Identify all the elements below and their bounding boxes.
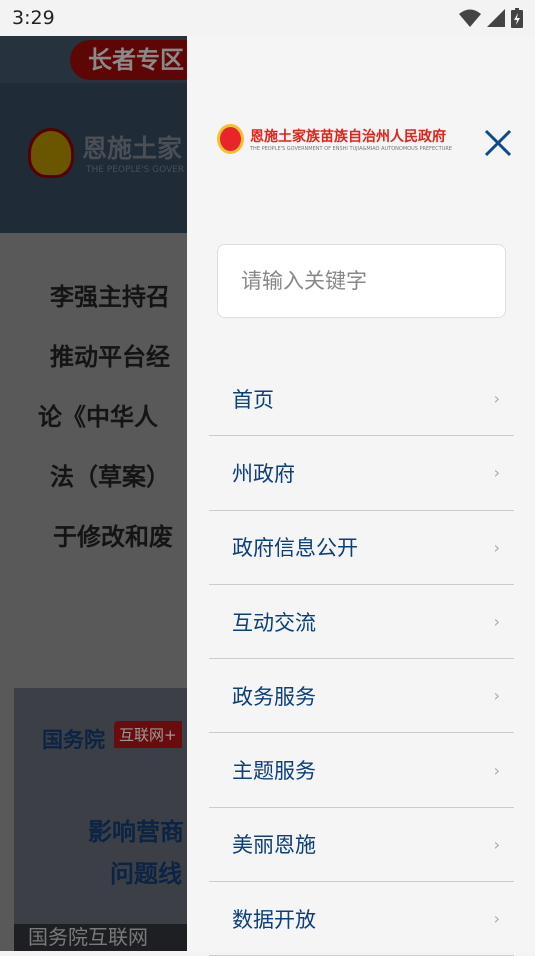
chevron-right-icon: › bbox=[493, 686, 500, 706]
logo-title: 恩施土家族苗族自治州人民政府 bbox=[250, 129, 446, 145]
card-line: 问题线 bbox=[110, 860, 182, 888]
site-subtitle: THE PEOPLE'S GOVER bbox=[86, 165, 185, 175]
national-emblem-icon bbox=[217, 124, 244, 154]
card-line: 影响营商 bbox=[88, 818, 184, 846]
chevron-right-icon: › bbox=[493, 612, 500, 632]
close-icon[interactable] bbox=[483, 128, 513, 158]
menu-item-beautiful-enshi[interactable]: 美丽恩施 › bbox=[209, 808, 514, 883]
nav-menu: 首页 › 州政府 › 政府信息公开 › 互动交流 › 政务服务 › 主题服务 › 美丽恩施 ›… bbox=[209, 362, 514, 956]
nav-drawer: 恩施土家族苗族自治州人民政府 THE PEOPLE'S GOVERNMENT O… bbox=[187, 36, 535, 956]
chevron-right-icon: › bbox=[493, 760, 500, 780]
menu-item-label: 首页 bbox=[232, 387, 274, 412]
menu-item-interaction[interactable]: 互动交流 › bbox=[209, 585, 514, 660]
menu-item-gov-services[interactable]: 政务服务 › bbox=[209, 659, 514, 734]
banner-card[interactable]: 国务院 互联网+ 影响营商 问题线 国务院互联网 bbox=[14, 688, 187, 951]
chevron-right-icon: › bbox=[493, 389, 500, 409]
menu-item-label: 美丽恩施 bbox=[232, 833, 316, 858]
wifi-icon bbox=[459, 9, 481, 27]
search-box bbox=[217, 244, 506, 318]
status-bar: 3:29 bbox=[0, 0, 535, 36]
chevron-right-icon: › bbox=[493, 537, 500, 557]
signal-icon bbox=[487, 9, 505, 27]
menu-item-open-data[interactable]: 数据开放 › bbox=[209, 882, 514, 956]
menu-item-label: 互动交流 bbox=[232, 610, 316, 635]
clock: 3:29 bbox=[12, 7, 55, 29]
battery-icon bbox=[511, 8, 523, 28]
menu-item-theme-services[interactable]: 主题服务 › bbox=[209, 733, 514, 808]
menu-item-label: 主题服务 bbox=[232, 759, 316, 784]
site-logo[interactable]: 恩施土家族苗族自治州人民政府 THE PEOPLE'S GOVERNMENT O… bbox=[217, 124, 452, 154]
chevron-right-icon: › bbox=[493, 909, 500, 929]
chevron-right-icon: › bbox=[493, 463, 500, 483]
site-title: 恩施土家 bbox=[82, 134, 183, 163]
card-org: 国务院 bbox=[42, 728, 105, 752]
menu-item-info-disclosure[interactable]: 政府信息公开 › bbox=[209, 511, 514, 585]
menu-item-home[interactable]: 首页 › bbox=[209, 362, 514, 437]
logo-subtitle: THE PEOPLE'S GOVERNMENT OF ENSHI TUJIA&M… bbox=[250, 146, 453, 152]
menu-item-label: 政务服务 bbox=[232, 684, 316, 709]
card-tag: 互联网+ bbox=[114, 721, 182, 748]
menu-item-label: 州政府 bbox=[232, 461, 295, 486]
menu-item-label: 数据开放 bbox=[232, 907, 316, 932]
card-footer: 国务院互联网 bbox=[14, 924, 187, 951]
national-emblem-icon bbox=[28, 128, 74, 178]
menu-item-government[interactable]: 州政府 › bbox=[209, 436, 514, 511]
search-input[interactable] bbox=[218, 245, 505, 317]
chevron-right-icon: › bbox=[493, 834, 500, 854]
menu-item-label: 政府信息公开 bbox=[232, 536, 358, 561]
